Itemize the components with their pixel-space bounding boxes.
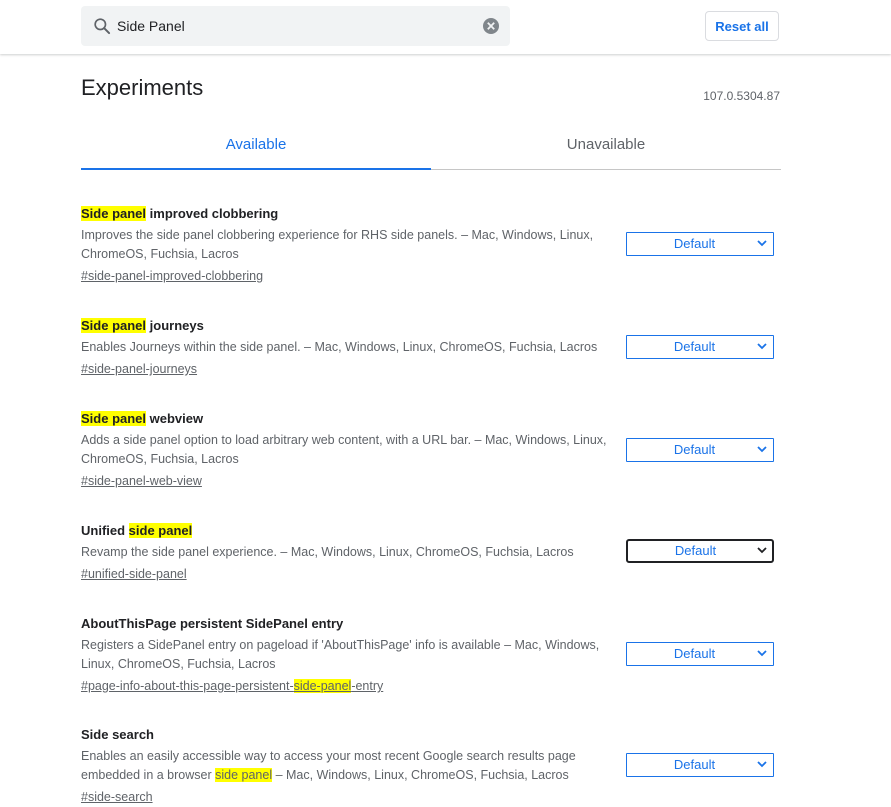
- experiment-description: Improves the side panel clobbering exper…: [81, 228, 594, 261]
- select-value: Default: [673, 757, 716, 772]
- chevron-down-icon: [757, 446, 767, 453]
- experiment-description: Registers a SidePanel entry on pageload …: [81, 638, 600, 671]
- chevron-down-icon: [757, 650, 767, 657]
- select-value: Default: [673, 442, 716, 457]
- experiment-description: Adds a side panel option to load arbitra…: [81, 433, 607, 466]
- experiment-description: Enables an easily accessible way to acce…: [81, 747, 616, 785]
- description-text: – Mac, Windows, Linux, ChromeOS, Fuchsia…: [272, 768, 569, 782]
- experiment-name: Side search: [81, 727, 154, 742]
- search-input[interactable]: [117, 16, 477, 36]
- search-highlight: Side panel: [81, 206, 147, 221]
- experiment-description: Revamp the side panel experience. – Mac,…: [81, 545, 574, 559]
- search-highlight: side panel: [128, 523, 193, 538]
- experiment-description: Enables Journeys within the side panel. …: [81, 340, 598, 354]
- experiment-side-panel-improved-clobbering: Side panel improved clobbering Improves …: [81, 205, 781, 286]
- experiment-permalink[interactable]: #side-panel-improved-clobbering: [81, 267, 263, 286]
- experiment-permalink[interactable]: #side-panel-web-view: [81, 472, 202, 491]
- experiment-permalink[interactable]: #page-info-about-this-page-persistent-si…: [81, 677, 383, 696]
- select-value: Default: [673, 236, 716, 251]
- search-highlight: side panel: [215, 768, 273, 782]
- reset-all-button[interactable]: Reset all: [705, 11, 779, 41]
- experiment-name: Side panel improved clobbering: [81, 205, 781, 223]
- experiment-state-select[interactable]: Default: [626, 753, 774, 777]
- experiment-side-panel-webview: Side panel webview Adds a side panel opt…: [81, 410, 781, 491]
- experiment-about-this-page-side-panel-entry: AboutThisPage persistent SidePanel entry…: [81, 615, 781, 696]
- experiment-name-text: Unified: [81, 523, 129, 538]
- experiment-unified-side-panel: Unified side panel Revamp the side panel…: [81, 522, 781, 584]
- permalink-text: #page-info-about-this-page-persistent-: [81, 679, 294, 693]
- select-value: Default: [673, 646, 716, 661]
- clear-icon[interactable]: [482, 17, 500, 35]
- experiment-permalink[interactable]: #unified-side-panel: [81, 565, 187, 584]
- permalink-text: -entry: [351, 679, 384, 693]
- experiment-state-select[interactable]: Default: [626, 335, 774, 359]
- tab-unavailable[interactable]: Unavailable: [431, 124, 781, 170]
- experiment-name: AboutThisPage persistent SidePanel entry: [81, 616, 344, 631]
- experiment-name: Side panel journeys: [81, 317, 781, 335]
- page-title: Experiments: [81, 75, 204, 100]
- experiment-name-text: journeys: [146, 318, 204, 333]
- search-icon: [94, 18, 111, 35]
- chevron-down-icon: [757, 761, 767, 768]
- chevron-down-icon: [757, 343, 767, 350]
- tab-bar: Available Unavailable: [81, 124, 781, 170]
- search-highlight: side-panel: [293, 679, 352, 693]
- experiment-permalink[interactable]: #side-panel-journeys: [81, 360, 197, 379]
- search-header: Reset all: [0, 0, 891, 54]
- experiment-name-text: improved clobbering: [146, 206, 279, 221]
- experiment-side-search: Side search Enables an easily accessible…: [81, 726, 781, 807]
- search-box[interactable]: [81, 6, 510, 46]
- experiment-state-select[interactable]: Default: [626, 438, 774, 462]
- experiment-name: Side panel webview: [81, 410, 781, 428]
- select-value: Default: [674, 543, 717, 558]
- version-label: 107.0.5304.87: [703, 89, 780, 103]
- search-highlight: Side panel: [81, 411, 147, 426]
- experiment-name-text: webview: [146, 411, 204, 426]
- search-highlight: Side panel: [81, 318, 147, 333]
- chevron-down-icon: [757, 547, 767, 554]
- tab-available[interactable]: Available: [81, 124, 431, 170]
- select-value: Default: [673, 339, 716, 354]
- experiment-state-select[interactable]: Default: [626, 539, 774, 563]
- chevron-down-icon: [757, 240, 767, 247]
- experiment-state-select[interactable]: Default: [626, 642, 774, 666]
- experiment-side-panel-journeys: Side panel journeys Enables Journeys wit…: [81, 317, 781, 379]
- experiment-permalink[interactable]: #side-search: [81, 788, 153, 807]
- experiment-name: Unified side panel: [81, 522, 781, 540]
- experiment-state-select[interactable]: Default: [626, 232, 774, 256]
